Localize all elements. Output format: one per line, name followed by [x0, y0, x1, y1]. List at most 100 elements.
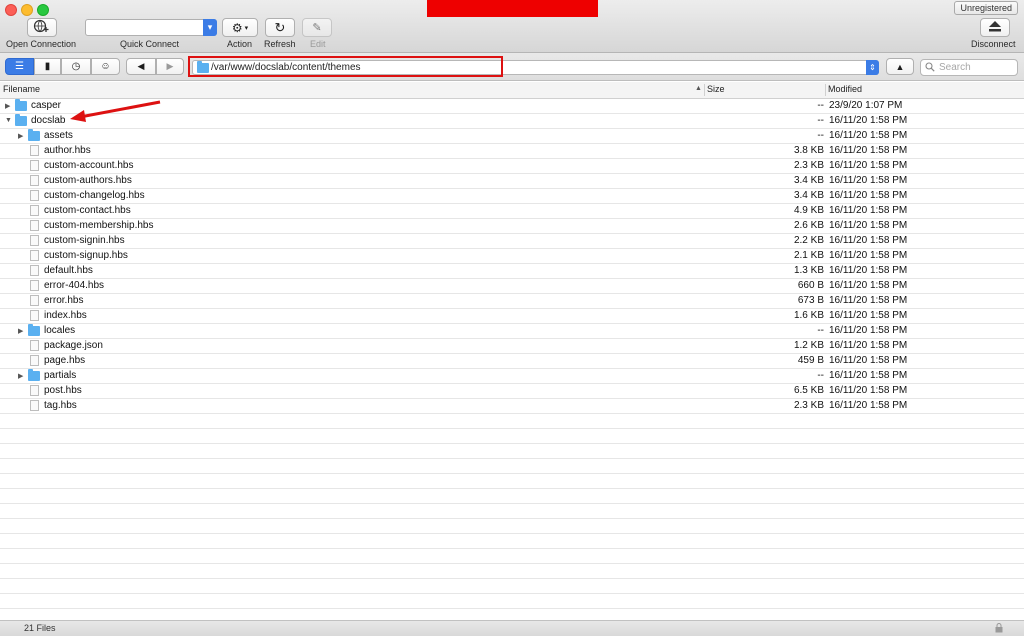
sort-up-icon: ▲ [695, 85, 702, 92]
file-modified: 16/11/20 1:58 PM [829, 400, 908, 411]
disclosure-collapsed-icon[interactable]: ▶ [18, 372, 23, 380]
refresh-label: Refresh [264, 39, 296, 49]
disclosure-collapsed-icon[interactable]: ▶ [18, 132, 23, 140]
file-name: error.hbs [44, 295, 84, 306]
modified-column-header[interactable]: Modified [828, 84, 862, 94]
file-modified: 16/11/20 1:58 PM [829, 190, 908, 201]
file-row[interactable]: package.json 1.2 KB 16/11/20 1:58 PM [0, 339, 1024, 354]
file-row[interactable]: ▶ assets -- 16/11/20 1:58 PM [0, 129, 1024, 144]
document-icon [30, 235, 39, 246]
file-row[interactable]: error.hbs 673 B 16/11/20 1:58 PM [0, 294, 1024, 309]
file-row[interactable]: default.hbs 1.3 KB 16/11/20 1:58 PM [0, 264, 1024, 279]
folder-icon [15, 99, 27, 111]
parent-directory-button[interactable]: ▲ [886, 58, 914, 75]
chevron-updown-icon[interactable]: ⇕ [866, 60, 879, 75]
minimize-window-button[interactable] [21, 4, 33, 16]
disclosure-collapsed-icon[interactable]: ▶ [5, 102, 10, 110]
main-toolbar: Unregistered Open Connection ▾ Quick Con… [0, 0, 1024, 53]
folder-icon [28, 129, 40, 141]
file-size: 2.1 KB [793, 250, 824, 261]
chevron-down-icon: ▾ [244, 24, 249, 32]
back-button[interactable]: ◀ [126, 58, 156, 75]
forward-button[interactable]: ▶ [156, 58, 184, 75]
disclosure-collapsed-icon[interactable]: ▶ [18, 327, 23, 335]
file-name: casper [31, 100, 62, 111]
file-modified: 16/11/20 1:58 PM [829, 175, 908, 186]
file-row[interactable]: custom-signup.hbs 2.1 KB 16/11/20 1:58 PM [0, 249, 1024, 264]
zoom-window-button[interactable] [37, 4, 49, 16]
chevron-left-icon: ◀ [137, 61, 145, 71]
file-name: author.hbs [44, 145, 91, 156]
file-row[interactable]: ▶ locales -- 16/11/20 1:58 PM [0, 324, 1024, 339]
document-icon [30, 280, 39, 291]
arrow-up-icon: ▲ [895, 61, 905, 72]
file-row[interactable]: custom-membership.hbs 2.6 KB 16/11/20 1:58… [0, 219, 1024, 234]
file-name: assets [44, 130, 73, 141]
filename-column-header[interactable]: Filename [3, 84, 40, 94]
file-row[interactable]: ▶ partials -- 16/11/20 1:58 PM [0, 369, 1024, 384]
empty-row [0, 609, 1024, 620]
file-row[interactable]: custom-contact.hbs 4.9 KB 16/11/20 1:58 PM [0, 204, 1024, 219]
action-button[interactable]: ⚙ ▾ [222, 18, 258, 37]
refresh-button[interactable]: ↻ [265, 18, 295, 37]
file-list: ▶ casper -- 23/9/20 1:07 PM ▼ docslab -- 16/11/… [0, 99, 1024, 620]
document-icon [30, 385, 39, 396]
file-modified: 16/11/20 1:58 PM [829, 295, 908, 306]
file-modified: 16/11/20 1:58 PM [829, 325, 908, 336]
quick-connect-combobox[interactable]: ▾ [85, 19, 217, 36]
empty-row [0, 504, 1024, 519]
document-icon [30, 145, 39, 156]
folder-icon [28, 324, 40, 336]
file-size: 3.4 KB [793, 175, 824, 186]
file-row[interactable]: custom-authors.hbs 3.4 KB 16/11/20 1:58 PM [0, 174, 1024, 189]
empty-row [0, 549, 1024, 564]
document-icon [30, 205, 39, 216]
file-row[interactable]: tag.hbs 2.3 KB 16/11/20 1:58 PM [0, 399, 1024, 414]
file-count: 21 Files [24, 623, 56, 633]
folder-icon [28, 369, 40, 381]
file-size: 2.6 KB [793, 220, 824, 231]
history-view-button[interactable]: ◷ [61, 58, 91, 75]
close-window-button[interactable] [5, 4, 17, 16]
file-row[interactable]: index.hbs 1.6 KB 16/11/20 1:58 PM [0, 309, 1024, 324]
edit-button[interactable]: ✎ [302, 18, 332, 37]
bonjour-view-button[interactable]: ☺ [91, 58, 120, 75]
file-size: 1.3 KB [793, 265, 824, 276]
file-row[interactable]: custom-account.hbs 2.3 KB 16/11/20 1:58 PM [0, 159, 1024, 174]
refresh-icon: ↻ [274, 19, 286, 35]
file-row[interactable]: page.hbs 459 B 16/11/20 1:58 PM [0, 354, 1024, 369]
file-size: 660 B [797, 280, 824, 291]
disclosure-expanded-icon[interactable]: ▼ [5, 117, 12, 124]
empty-row [0, 519, 1024, 534]
file-row[interactable]: error-404.hbs 660 B 16/11/20 1:58 PM [0, 279, 1024, 294]
file-modified: 16/11/20 1:58 PM [829, 280, 908, 291]
file-row[interactable]: custom-changelog.hbs 3.4 KB 16/11/20 1:58 … [0, 189, 1024, 204]
file-modified: 16/11/20 1:58 PM [829, 235, 908, 246]
file-modified: 16/11/20 1:58 PM [829, 160, 908, 171]
file-name: error-404.hbs [44, 280, 105, 291]
file-name: custom-contact.hbs [44, 205, 131, 216]
file-row[interactable]: author.hbs 3.8 KB 16/11/20 1:58 PM [0, 144, 1024, 159]
file-row[interactable]: custom-signin.hbs 2.2 KB 16/11/20 1:58 PM [0, 234, 1024, 249]
file-modified: 16/11/20 1:58 PM [829, 340, 908, 351]
globe-plus-icon [33, 19, 51, 36]
bookmarks-view-button[interactable]: ▮ [34, 58, 61, 75]
unregistered-badge[interactable]: Unregistered [954, 1, 1018, 15]
size-column-header[interactable]: Size [707, 84, 725, 94]
file-size: 673 B [797, 295, 824, 306]
file-row[interactable]: post.hbs 6.5 KB 16/11/20 1:58 PM [0, 384, 1024, 399]
file-row[interactable]: ▶ casper -- 23/9/20 1:07 PM [0, 99, 1024, 114]
empty-row [0, 459, 1024, 474]
open-connection-button[interactable] [27, 18, 57, 37]
browser-view-button[interactable]: ☰ [5, 58, 34, 75]
file-name: custom-signup.hbs [44, 250, 128, 261]
search-placeholder: Search [939, 62, 971, 73]
chevron-down-icon[interactable]: ▾ [203, 19, 217, 36]
file-size: -- [817, 100, 824, 111]
navigation-bar: ☰ ▮ ◷ ☺ ◀ ▶ /var/www/docslab/content/the… [0, 53, 1024, 81]
file-size: 1.2 KB [793, 340, 824, 351]
disconnect-button[interactable] [980, 18, 1010, 37]
search-field[interactable]: Search [920, 59, 1018, 76]
file-row[interactable]: ▼ docslab -- 16/11/20 1:58 PM [0, 114, 1024, 129]
folder-icon [15, 114, 27, 126]
